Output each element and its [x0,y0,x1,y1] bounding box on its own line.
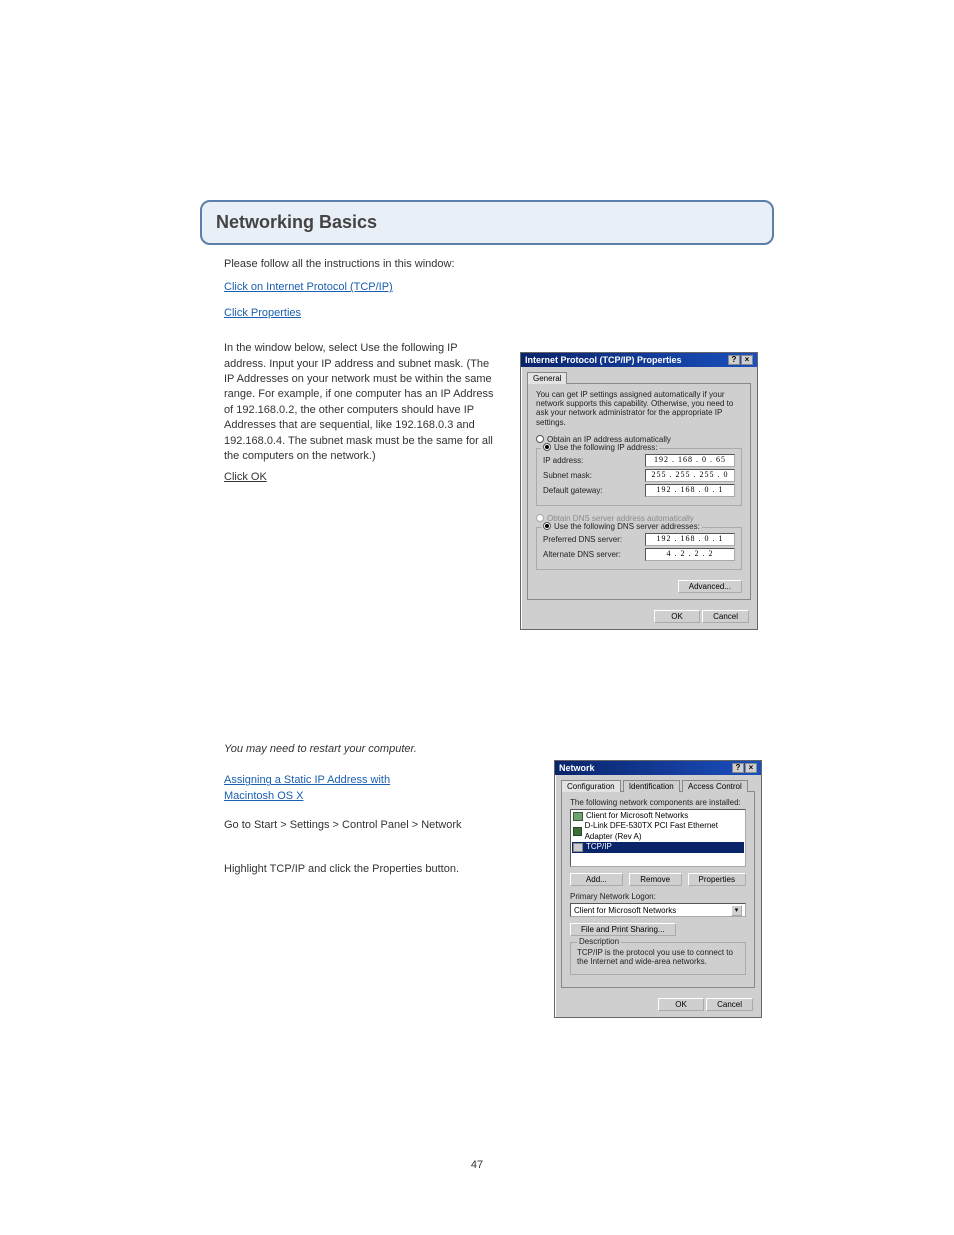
step-link-protocol: Click on Internet Protocol (TCP/IP) [224,281,393,293]
remove-button[interactable]: Remove [629,873,682,886]
identification-tab[interactable]: Identification [623,780,680,792]
dialog-description: You can get IP settings assigned automat… [536,390,742,427]
adapter-icon [573,827,582,836]
description-label: Description [577,937,621,946]
client-icon [573,812,583,821]
select-value: Client for Microsoft Networks [574,906,676,915]
dialog-title: Internet Protocol (TCP/IP) Properties [525,355,682,365]
list-item-label: TCP/IP [586,842,612,852]
alternate-dns-input[interactable]: 4 . 2 . 2 . 2 [645,548,735,561]
configuration-tab[interactable]: Configuration [561,780,621,792]
description-text: TCP/IP is the protocol you use to connec… [577,948,739,966]
list-item-label: Client for Microsoft Networks [586,811,688,821]
win2000-paragraph: In the window below, select Use the foll… [224,341,494,464]
help-button[interactable]: ? [728,355,740,365]
preferred-dns-input[interactable]: 192 . 168 . 0 . 1 [645,533,735,546]
protocol-icon [573,843,583,852]
step-link-properties: Click Properties [224,307,301,319]
installed-components-label: The following network components are ins… [570,798,746,807]
list-item[interactable]: Client for Microsoft Networks [572,811,744,821]
use-ip-radio[interactable]: Use the following IP address: [541,443,659,452]
default-gateway-input[interactable]: 192 . 168 . 0 . 1 [645,484,735,497]
tcpip-properties-dialog: Internet Protocol (TCP/IP) Properties ? … [520,352,758,630]
radio-checked-icon [543,522,551,530]
winme-step-2: Highlight TCP/IP and click the Propertie… [224,862,514,877]
static-ip-sub: Macintosh OS X [224,790,303,802]
appendix-heading: Networking Basics [200,200,774,245]
cancel-button[interactable]: Cancel [706,998,753,1011]
cancel-button[interactable]: Cancel [702,610,749,623]
list-item-selected[interactable]: TCP/IP [572,842,744,852]
use-dns-label: Use the following DNS server addresses: [554,522,700,531]
advanced-button[interactable]: Advanced... [678,580,742,593]
default-gateway-label: Default gateway: [543,486,603,495]
list-item-label: D-Link DFE-530TX PCI Fast Ethernet Adapt… [585,821,743,842]
page-number: 47 [0,1159,954,1171]
close-button[interactable]: × [745,763,757,773]
subnet-mask-input[interactable]: 255 . 255 . 255 . 0 [645,469,735,482]
general-tab[interactable]: General [527,372,567,384]
restart-note: You may need to restart your computer. [224,742,514,757]
use-ip-label: Use the following IP address: [554,443,657,452]
radio-checked-icon [543,443,551,451]
click-ok-step: Click OK [224,471,267,483]
subnet-mask-label: Subnet mask: [543,471,592,480]
components-list[interactable]: Client for Microsoft Networks D-Link DFE… [570,809,746,867]
dialog-title: Network [559,763,595,773]
properties-button[interactable]: Properties [688,873,746,886]
ok-button[interactable]: OK [658,998,704,1011]
primary-logon-label: Primary Network Logon: [570,892,746,901]
primary-logon-select[interactable]: Client for Microsoft Networks ▾ [570,903,746,917]
file-print-sharing-button[interactable]: File and Print Sharing... [570,923,676,936]
help-button[interactable]: ? [732,763,744,773]
network-dialog: Network ? × Configuration Identification… [554,760,762,1018]
static-ip-heading: Assigning a Static IP Address with [224,774,390,786]
use-dns-radio[interactable]: Use the following DNS server addresses: [541,522,702,531]
dialog-titlebar: Network ? × [555,761,761,775]
alternate-dns-label: Alternate DNS server: [543,550,621,559]
dialog-titlebar: Internet Protocol (TCP/IP) Properties ? … [521,353,757,367]
preferred-dns-label: Preferred DNS server: [543,535,622,544]
access-control-tab[interactable]: Access Control [682,780,748,792]
add-button[interactable]: Add... [570,873,623,886]
close-button[interactable]: × [741,355,753,365]
winme-step-1: Go to Start > Settings > Control Panel >… [224,818,514,833]
intro-text: Please follow all the instructions in th… [224,257,774,272]
list-item[interactable]: D-Link DFE-530TX PCI Fast Ethernet Adapt… [572,821,744,842]
ok-button[interactable]: OK [654,610,700,623]
chevron-down-icon[interactable]: ▾ [731,905,742,916]
ip-address-input[interactable]: 192 . 168 . 0 . 65 [645,454,735,467]
ip-address-label: IP address: [543,456,583,465]
